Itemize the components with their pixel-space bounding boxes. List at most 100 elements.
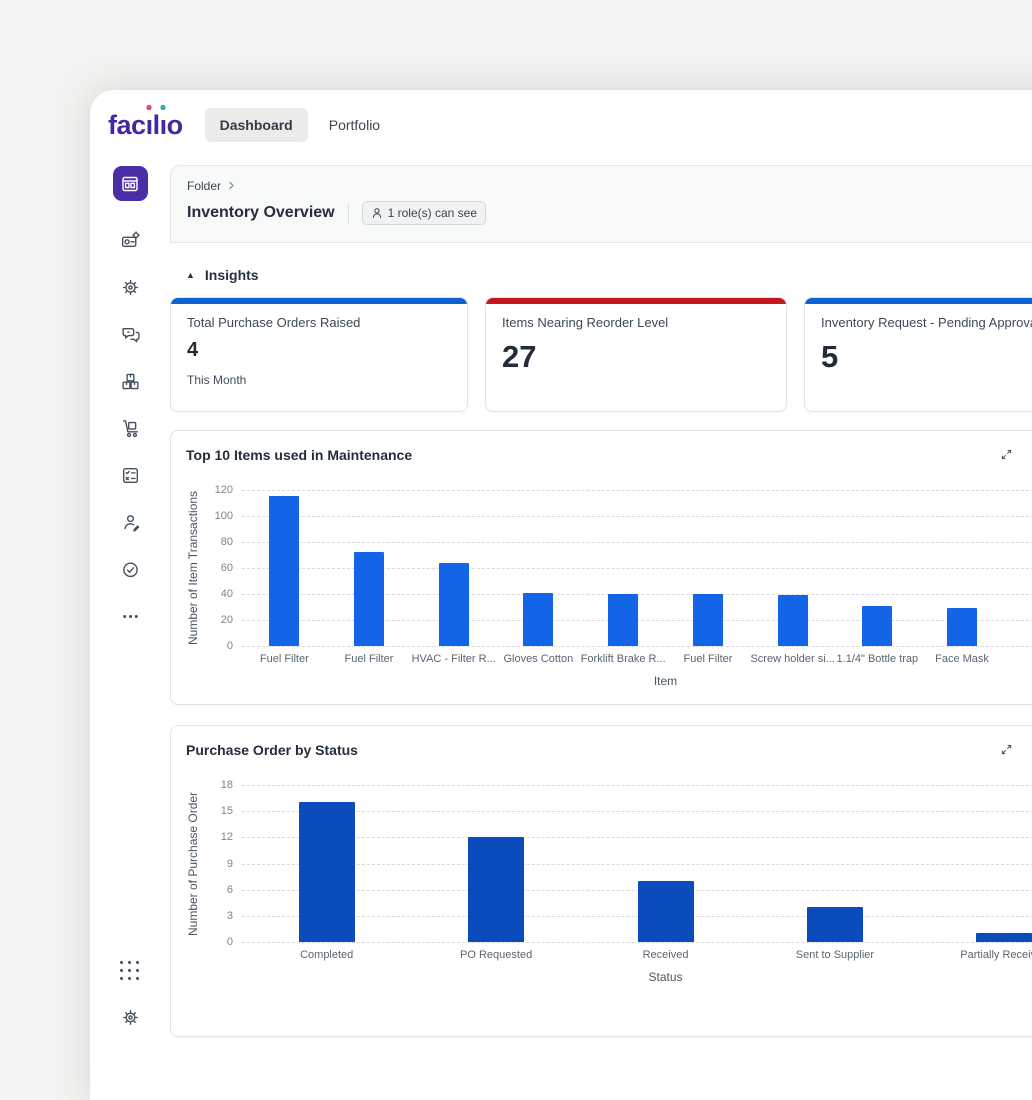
y-tick-label: 80	[221, 535, 233, 549]
gridline	[242, 942, 1032, 943]
chart-panel-po-status: Purchase Order by Status Number of Purch…	[170, 725, 1032, 1037]
insights-collapse-toggle[interactable]: ▲ Insights	[186, 267, 1032, 283]
chevron-right-icon	[228, 179, 236, 193]
logo-i-dot	[147, 105, 152, 110]
gauge-icon	[120, 559, 141, 580]
y-axis-ticks: 120100806040200	[206, 490, 242, 646]
card-value: 5	[821, 339, 1032, 375]
expand-icon[interactable]	[999, 447, 1015, 463]
bar	[947, 608, 977, 646]
category-label: Fuel Filter	[666, 653, 751, 665]
sidebar-item-maintenance-gear[interactable]	[120, 277, 141, 298]
insights-section-label: Insights	[205, 267, 259, 283]
card-accent-bar	[171, 298, 467, 304]
x-axis-category-labels: CompletedPO RequestedReceivedSent to Sup…	[242, 949, 1032, 961]
sidebar-item-settings-gear[interactable]	[120, 1007, 141, 1028]
card-accent-bar	[805, 298, 1032, 304]
requests-chat-icon	[120, 324, 141, 345]
bar	[523, 593, 553, 646]
category-label: Gloves Cotton	[496, 653, 581, 665]
y-tick-label: 12	[221, 830, 233, 844]
category-label: Sent to Supplier	[750, 949, 919, 961]
sidebar-item-more-ellipsis[interactable]	[120, 606, 141, 627]
chart-title: Top 10 Items used in Maintenance	[186, 447, 1032, 463]
vendor-person-icon	[120, 512, 141, 533]
y-tick-label: 40	[221, 587, 233, 601]
sidebar-item-vendor-person[interactable]	[120, 512, 141, 533]
sidebar-item-requests-chat[interactable]	[120, 324, 141, 345]
plot-area	[242, 785, 1032, 942]
sidebar-nav	[90, 160, 170, 1028]
sidebar-item-checklist[interactable]	[120, 465, 141, 486]
category-label: HVAC - Filter R...	[411, 653, 496, 665]
category-label: 1.1/4"	[1004, 653, 1032, 665]
y-axis-label: Number of Item Transactions	[186, 490, 206, 646]
top-tabs: Dashboard Portfolio	[205, 108, 395, 142]
bar	[608, 594, 638, 646]
breadcrumb: Folder	[187, 179, 1032, 193]
bar	[439, 563, 469, 646]
tab-dashboard[interactable]: Dashboard	[205, 108, 308, 142]
insight-card: Inventory Request - Pending Approval5	[804, 297, 1032, 412]
settings-gear-icon	[120, 1007, 141, 1028]
y-axis-label: Number of Purchase Order	[186, 785, 206, 942]
chart-title: Purchase Order by Status	[186, 742, 1032, 758]
roles-visibility-badge[interactable]: 1 role(s) can see	[362, 201, 486, 225]
asset-icon	[120, 230, 141, 251]
gridline	[242, 646, 1032, 647]
tab-portfolio[interactable]: Portfolio	[314, 108, 395, 142]
bar	[976, 933, 1032, 942]
sidebar-item-apps-grid[interactable]	[120, 960, 141, 981]
category-label: Completed	[242, 949, 411, 961]
y-tick-label: 20	[221, 613, 233, 627]
category-label: PO Requested	[411, 949, 580, 961]
category-label: Fuel Filter	[242, 653, 327, 665]
x-axis-category-labels: Fuel FilterFuel FilterHVAC - Filter R...…	[242, 653, 1032, 665]
card-label: Items Nearing Reorder Level	[502, 315, 770, 330]
category-label: Partially Received	[920, 949, 1032, 961]
sidebar-item-procurement-trolley[interactable]	[120, 418, 141, 439]
y-tick-label: 18	[221, 778, 233, 792]
divider	[348, 203, 349, 223]
insight-cards-row: Total Purchase Orders Raised4This MonthI…	[170, 297, 1032, 412]
sidebar-item-active-dashboard-icon[interactable]	[113, 166, 148, 201]
insight-card: Total Purchase Orders Raised4This Month	[170, 297, 468, 412]
page-title: Inventory Overview	[187, 204, 335, 222]
inventory-boxes-icon	[120, 371, 141, 392]
collapse-triangle-icon: ▲	[186, 271, 195, 280]
x-axis-label: Status	[242, 970, 1032, 984]
card-subtext: This Month	[187, 373, 451, 387]
bar	[638, 881, 694, 942]
card-label: Total Purchase Orders Raised	[187, 315, 451, 330]
checklist-icon	[120, 465, 141, 486]
bar	[693, 594, 723, 646]
category-label: Fuel Filter	[327, 653, 412, 665]
sidebar-item-asset[interactable]	[120, 230, 141, 251]
category-label: Received	[581, 949, 750, 961]
bar	[269, 496, 299, 646]
y-tick-label: 0	[227, 639, 233, 653]
bar	[354, 552, 384, 646]
insight-card: Items Nearing Reorder Level27	[485, 297, 787, 412]
breadcrumb-folder[interactable]: Folder	[187, 179, 221, 193]
bar	[468, 837, 524, 942]
plot-area	[242, 490, 1032, 646]
y-tick-label: 6	[227, 883, 233, 897]
x-axis-label: Item	[242, 674, 1032, 688]
category-label: 1.1/4" Bottle trap	[835, 653, 920, 665]
bar	[778, 595, 808, 646]
bar	[862, 606, 892, 646]
maintenance-gear-icon	[120, 277, 141, 298]
sidebar-item-inventory-boxes[interactable]	[120, 371, 141, 392]
page-header: Folder Inventory Overview 1 role(s) can …	[170, 165, 1032, 243]
category-label: Forklift Brake R...	[581, 653, 666, 665]
app-window: facılıo Dashboard Portfolio Folder Inven…	[90, 90, 1032, 1100]
sidebar-item-gauge[interactable]	[120, 559, 141, 580]
person-icon	[371, 207, 383, 219]
more-ellipsis-icon	[120, 606, 141, 627]
expand-icon[interactable]	[999, 742, 1015, 758]
procurement-trolley-icon	[120, 418, 141, 439]
y-tick-label: 100	[215, 509, 233, 523]
y-tick-label: 120	[215, 483, 233, 497]
bar-chart: Number of Item Transactions1201008060402…	[186, 490, 1032, 688]
